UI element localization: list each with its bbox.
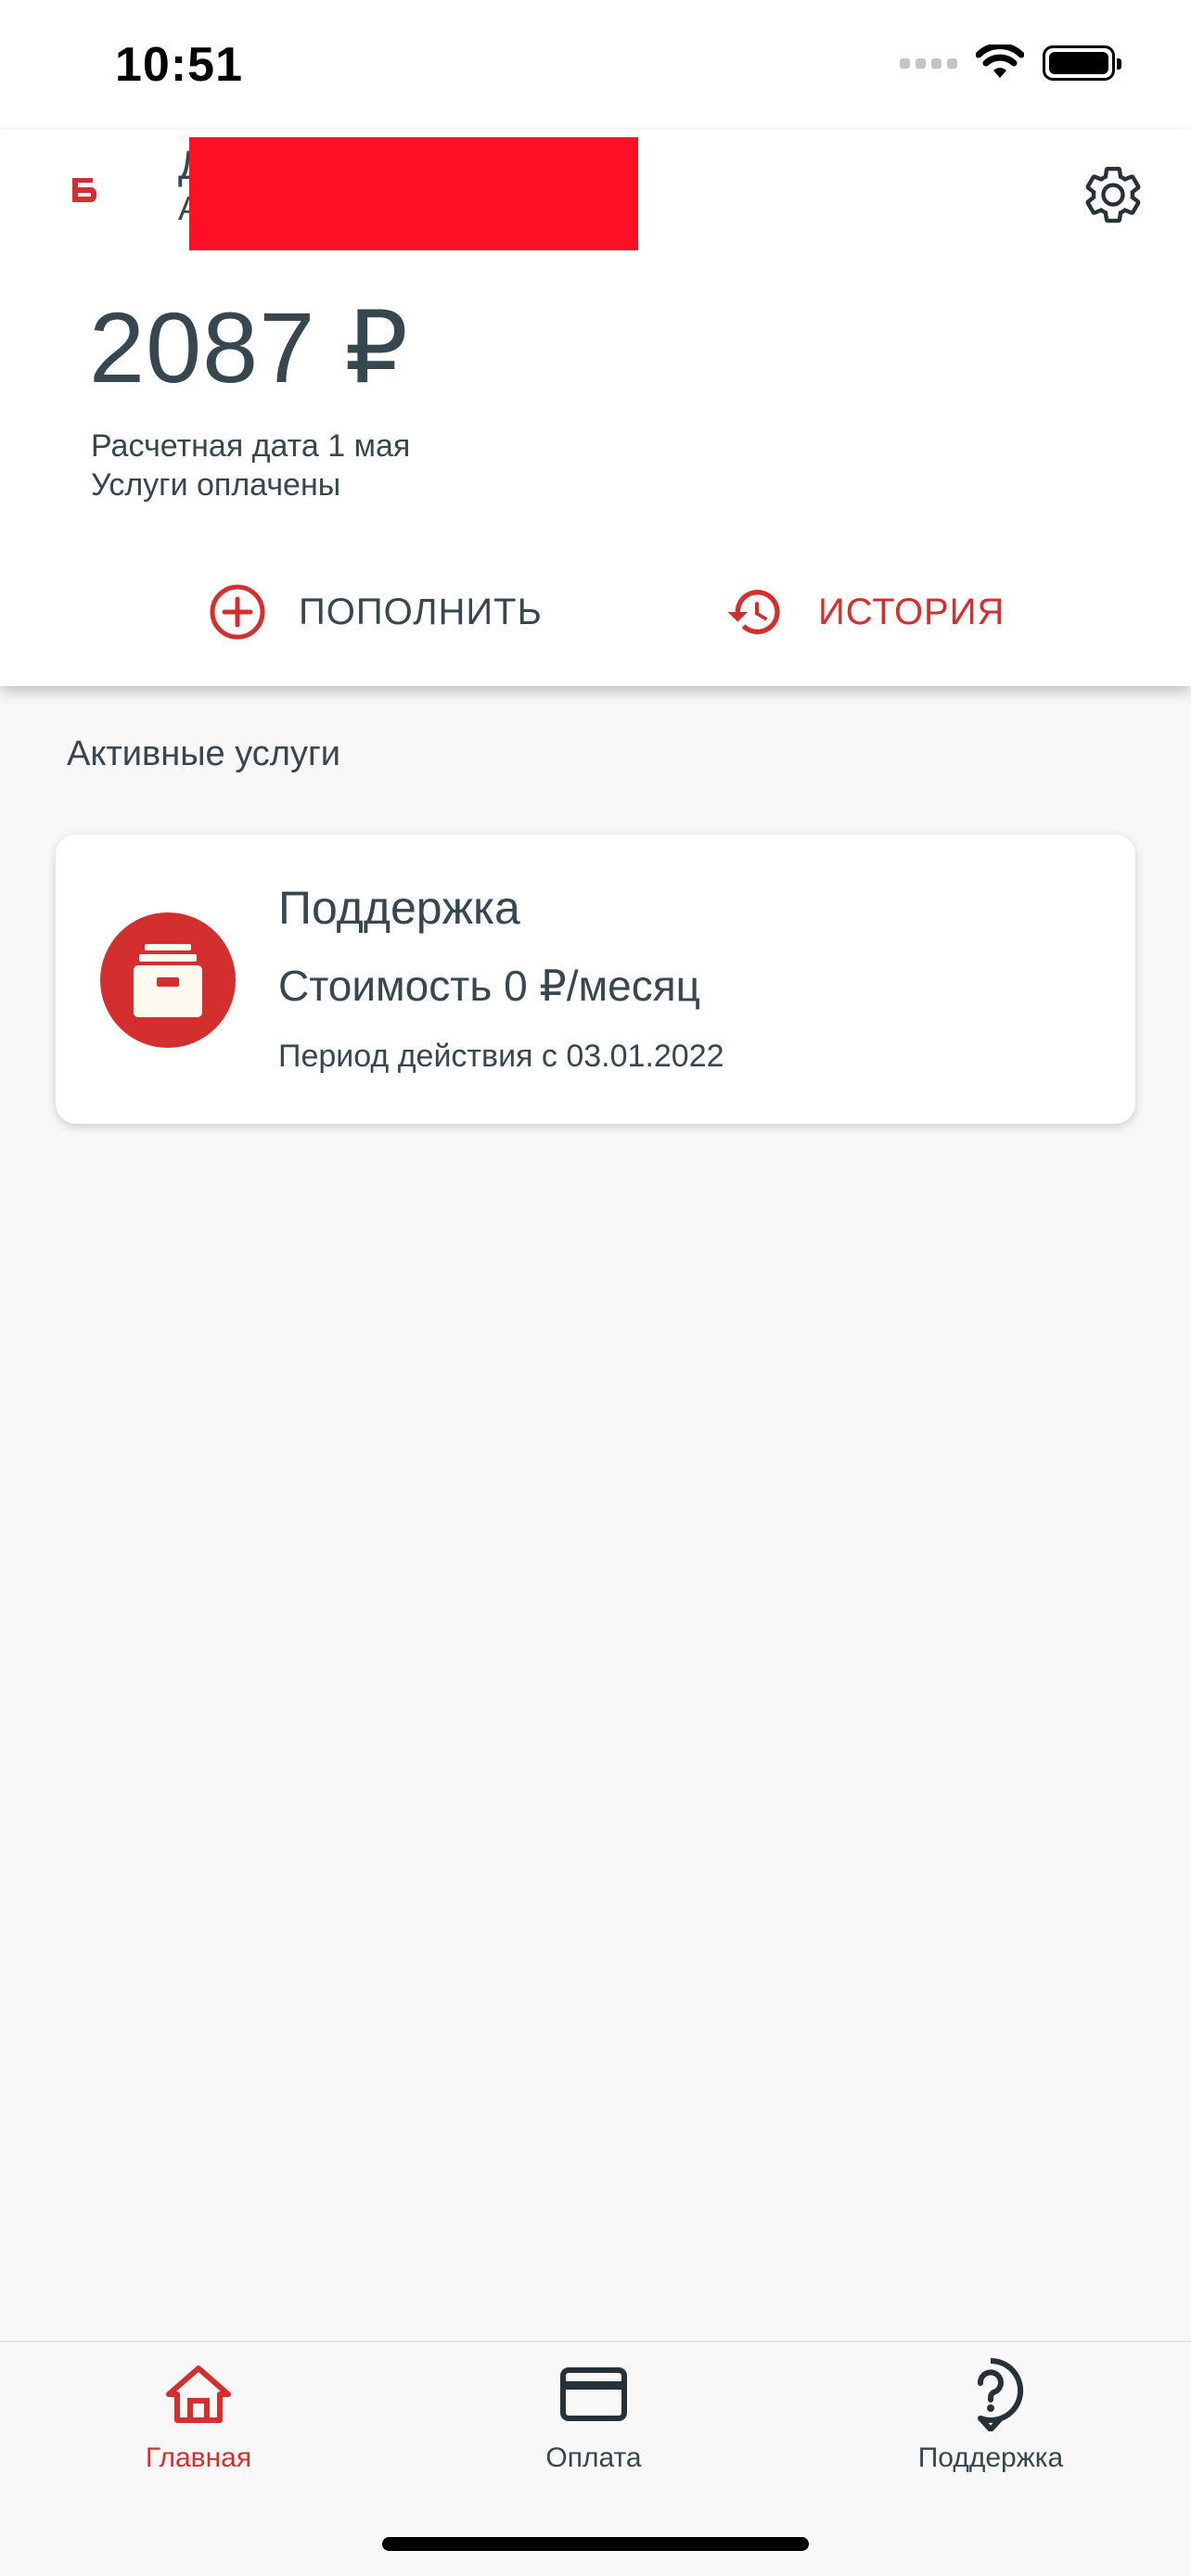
payment-date: Расчетная дата 1 мая — [91, 428, 411, 464]
home-indicator[interactable] — [382, 2537, 809, 2551]
account-header: Д А 2087 ₽ Расчетная дата 1 мая Услуги о… — [0, 130, 1191, 686]
status-time: 10:51 — [115, 38, 243, 92]
nav-item-payment[interactable]: Оплата — [455, 2355, 733, 2474]
home-icon — [166, 2366, 231, 2423]
topup-button[interactable]: ПОПОЛНИТЬ — [208, 575, 543, 649]
battery-icon — [1043, 45, 1121, 81]
gear-icon — [1085, 166, 1141, 223]
nav-label-payment: Оплата — [545, 2442, 642, 2473]
nav-label-home: Главная — [145, 2442, 252, 2473]
cellular-signal-icon — [900, 57, 957, 69]
nav-label-support: Поддержка — [917, 2442, 1064, 2473]
help-bubble-icon — [978, 2357, 1024, 2431]
balance-amount: 2087 ₽ — [89, 291, 409, 403]
archive-box-icon — [100, 912, 236, 1048]
brand-logo-icon — [72, 178, 96, 202]
app-screen: 10:51 Д А 2087 ₽ Рас — [0, 0, 1191, 2576]
wifi-icon — [976, 45, 1024, 78]
settings-button[interactable] — [1076, 158, 1150, 232]
status-icons — [900, 45, 1121, 82]
nav-item-home[interactable]: Главная — [59, 2355, 338, 2474]
status-bar: 10:51 — [0, 0, 1191, 130]
topup-label: ПОПОЛНИТЬ — [299, 591, 543, 632]
credit-card-icon — [560, 2367, 627, 2421]
service-period: Период действия с 03.01.2022 — [278, 1039, 724, 1074]
service-card[interactable]: Поддержка Стоимость 0 ₽/месяц Период дей… — [56, 835, 1135, 1124]
payment-status: Услуги оплачены — [91, 467, 341, 503]
service-name: Поддержка — [278, 882, 520, 934]
plus-circle-icon — [210, 584, 265, 640]
section-title-active-services: Активные услуги — [67, 734, 341, 773]
redaction-box — [189, 137, 638, 250]
history-button[interactable]: ИСТОРИЯ — [724, 575, 1005, 649]
service-price: Стоимость 0 ₽/месяц — [278, 962, 700, 1010]
nav-item-support[interactable]: Поддержка — [852, 2355, 1130, 2474]
history-icon — [727, 590, 780, 634]
history-label: ИСТОРИЯ — [818, 591, 1005, 632]
